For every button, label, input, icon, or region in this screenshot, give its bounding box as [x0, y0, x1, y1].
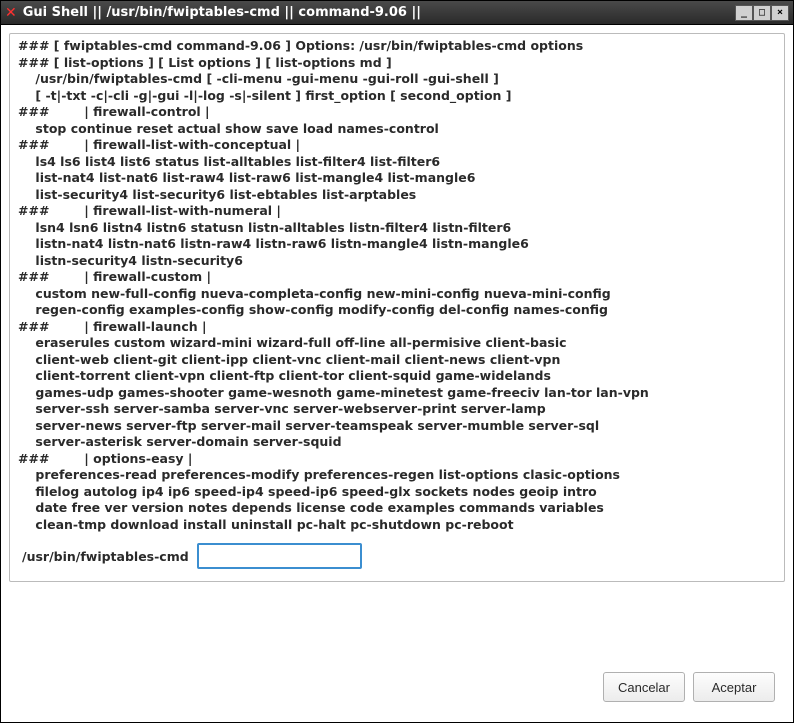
window-title: Gui Shell || /usr/bin/fwiptables-cmd || … [23, 5, 735, 20]
content-frame: ### [ fwiptables-cmd command-9.06 ] Opti… [9, 33, 785, 582]
minimize-icon[interactable]: _ [735, 5, 753, 21]
help-text: ### [ fwiptables-cmd command-9.06 ] Opti… [18, 38, 776, 533]
command-input[interactable] [197, 543, 362, 569]
app-icon: ✕ [5, 5, 17, 21]
maximize-icon[interactable]: □ [753, 5, 771, 21]
titlebar[interactable]: ✕ Gui Shell || /usr/bin/fwiptables-cmd |… [1, 1, 793, 25]
window-controls: _ □ × [735, 5, 789, 21]
window-frame: ✕ Gui Shell || /usr/bin/fwiptables-cmd |… [0, 0, 794, 723]
accept-button[interactable]: Aceptar [693, 672, 775, 702]
command-label: /usr/bin/fwiptables-cmd [22, 549, 189, 564]
content-area: ### [ fwiptables-cmd command-9.06 ] Opti… [1, 25, 793, 722]
spacer [9, 582, 785, 664]
cancel-button[interactable]: Cancelar [603, 672, 685, 702]
dialog-buttons: Cancelar Aceptar [9, 664, 785, 714]
command-row: /usr/bin/fwiptables-cmd [18, 543, 776, 573]
close-icon[interactable]: × [771, 5, 789, 21]
